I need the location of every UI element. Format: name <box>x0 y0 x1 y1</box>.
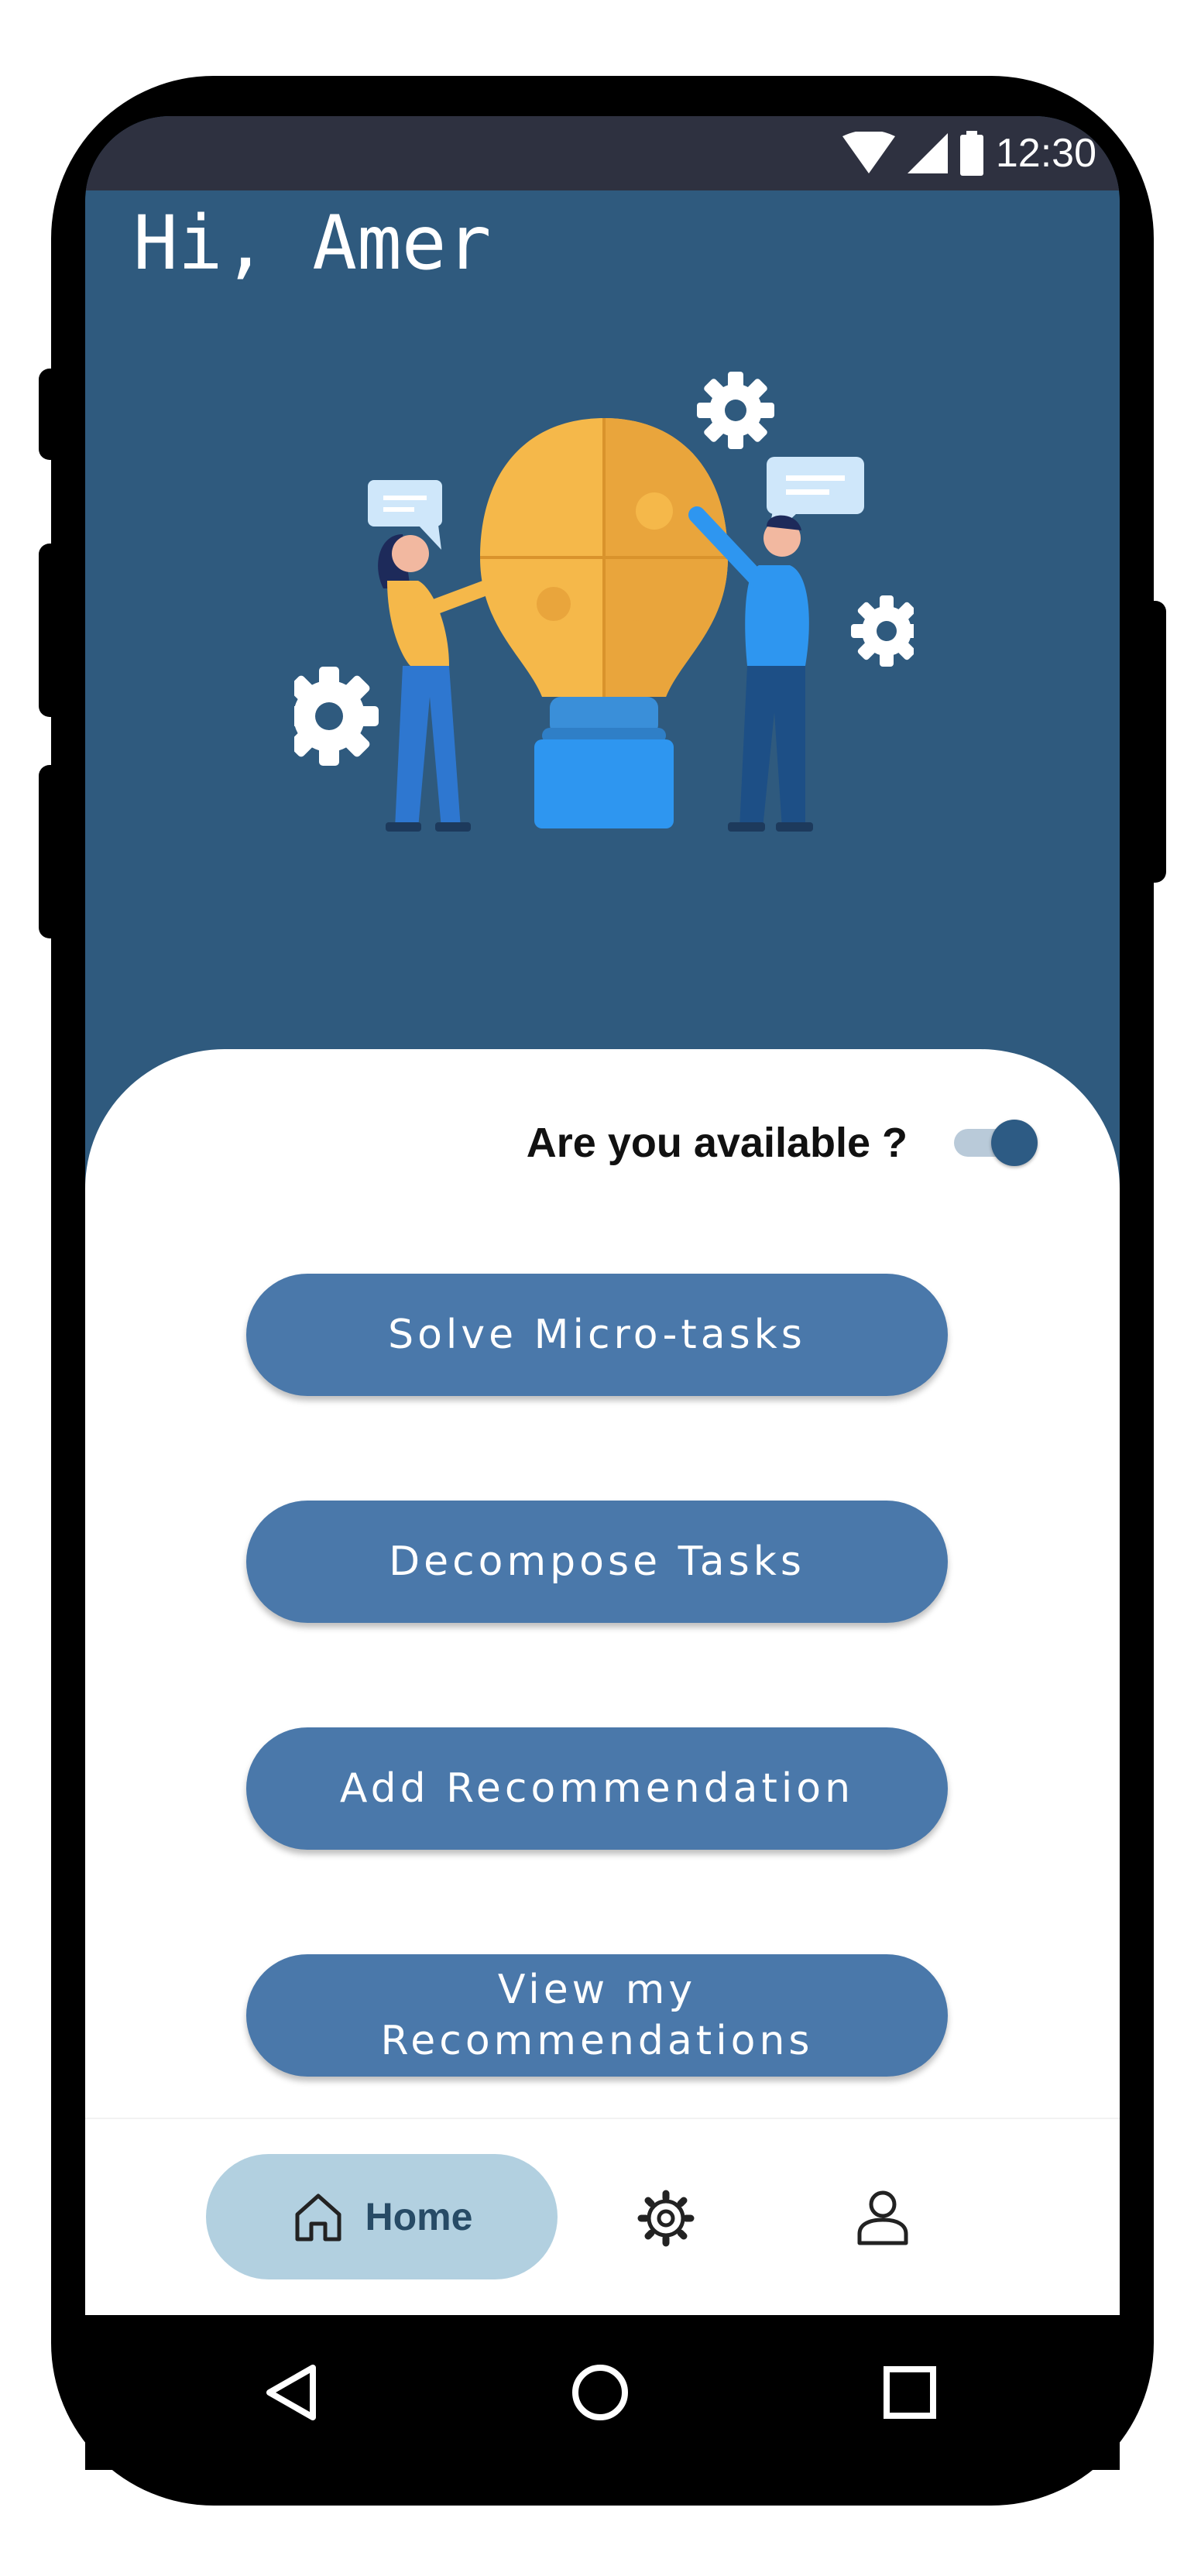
battery-icon <box>959 131 983 176</box>
phone-side-button-top <box>39 369 70 460</box>
status-icons: 12:30 <box>842 130 1096 177</box>
status-bar: 12:30 <box>85 116 1120 190</box>
content-sheet: Are you available ? Solve Micro-tasks De… <box>85 1049 1120 2118</box>
decompose-tasks-button[interactable]: Decompose Tasks <box>246 1501 948 1623</box>
lightbulb-puzzle <box>480 418 728 828</box>
gear-icon-right <box>851 595 914 667</box>
home-circle-icon[interactable] <box>569 2362 631 2423</box>
recents-icon[interactable] <box>879 2362 941 2423</box>
home-icon <box>295 2194 341 2242</box>
woman-figure <box>378 534 523 832</box>
nav-home-label: Home <box>365 2195 473 2238</box>
availability-label: Are you available ? <box>526 1120 908 1166</box>
gear-icon-top <box>697 372 774 449</box>
gear-icon-left <box>294 667 379 766</box>
greeting-title: Hi, Amer <box>133 200 492 286</box>
settings-gear-icon[interactable] <box>635 2187 697 2249</box>
add-recommendation-button[interactable]: Add Recommendation <box>246 1727 948 1850</box>
back-icon[interactable] <box>262 2362 324 2423</box>
bottom-navigation: Home <box>85 2118 1120 2315</box>
availability-row: Are you available ? <box>526 1119 1038 1167</box>
phone-volume-down <box>39 765 70 938</box>
app-screen: 12:30 Hi, Amer Are you available ? Solve… <box>85 116 1120 2315</box>
availability-toggle[interactable] <box>954 1120 1038 1166</box>
teamwork-lightbulb-illustration <box>294 372 914 832</box>
cell-signal-icon <box>907 133 948 173</box>
profile-icon[interactable] <box>852 2187 914 2249</box>
phone-volume-up <box>39 544 70 717</box>
status-time: 12:30 <box>995 131 1096 176</box>
solve-micro-tasks-button[interactable]: Solve Micro-tasks <box>246 1274 948 1396</box>
system-navigation-bar <box>85 2315 1120 2470</box>
phone-power-button <box>1135 601 1166 883</box>
toggle-thumb <box>991 1120 1038 1166</box>
nav-item-home[interactable]: Home <box>206 2154 558 2279</box>
wifi-icon <box>842 132 895 173</box>
view-recommendations-button[interactable]: View my Recommendations <box>246 1954 948 2077</box>
